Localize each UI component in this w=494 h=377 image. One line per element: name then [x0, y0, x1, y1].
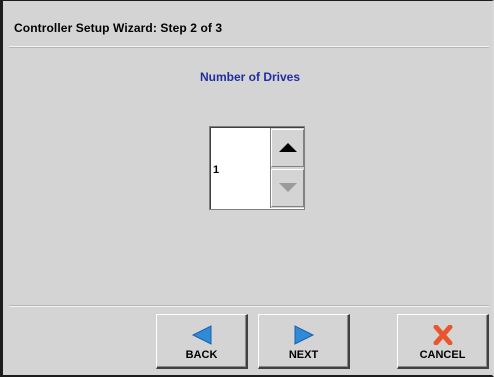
section-heading: Number of Drives [199, 70, 301, 84]
back-button[interactable]: BACK [156, 314, 248, 369]
drives-count-spinner[interactable]: 1 [209, 126, 305, 210]
drives-count-value[interactable]: 1 [213, 164, 219, 176]
title-bar: Controller Setup Wizard: Step 2 of 3 [9, 8, 489, 47]
next-button-label: NEXT [288, 349, 319, 361]
spin-down-button[interactable] [271, 169, 304, 207]
back-button-label: BACK [185, 349, 218, 361]
right-arrow-icon [294, 325, 314, 345]
wizard-window: Controller Setup Wizard: Step 2 of 3 Num… [0, 0, 494, 377]
wizard-title: Controller Setup Wizard: Step 2 of 3 [14, 21, 223, 35]
cancel-button-label: CANCEL [419, 349, 466, 361]
footer-divider [9, 306, 489, 307]
next-button[interactable]: NEXT [258, 314, 350, 369]
x-icon [433, 325, 452, 345]
down-triangle-icon [279, 183, 297, 192]
cancel-button[interactable]: CANCEL [397, 314, 489, 369]
spin-up-button[interactable] [271, 129, 304, 167]
up-triangle-icon [279, 143, 297, 152]
spinner-buttons [270, 128, 304, 208]
left-arrow-icon [191, 325, 211, 345]
